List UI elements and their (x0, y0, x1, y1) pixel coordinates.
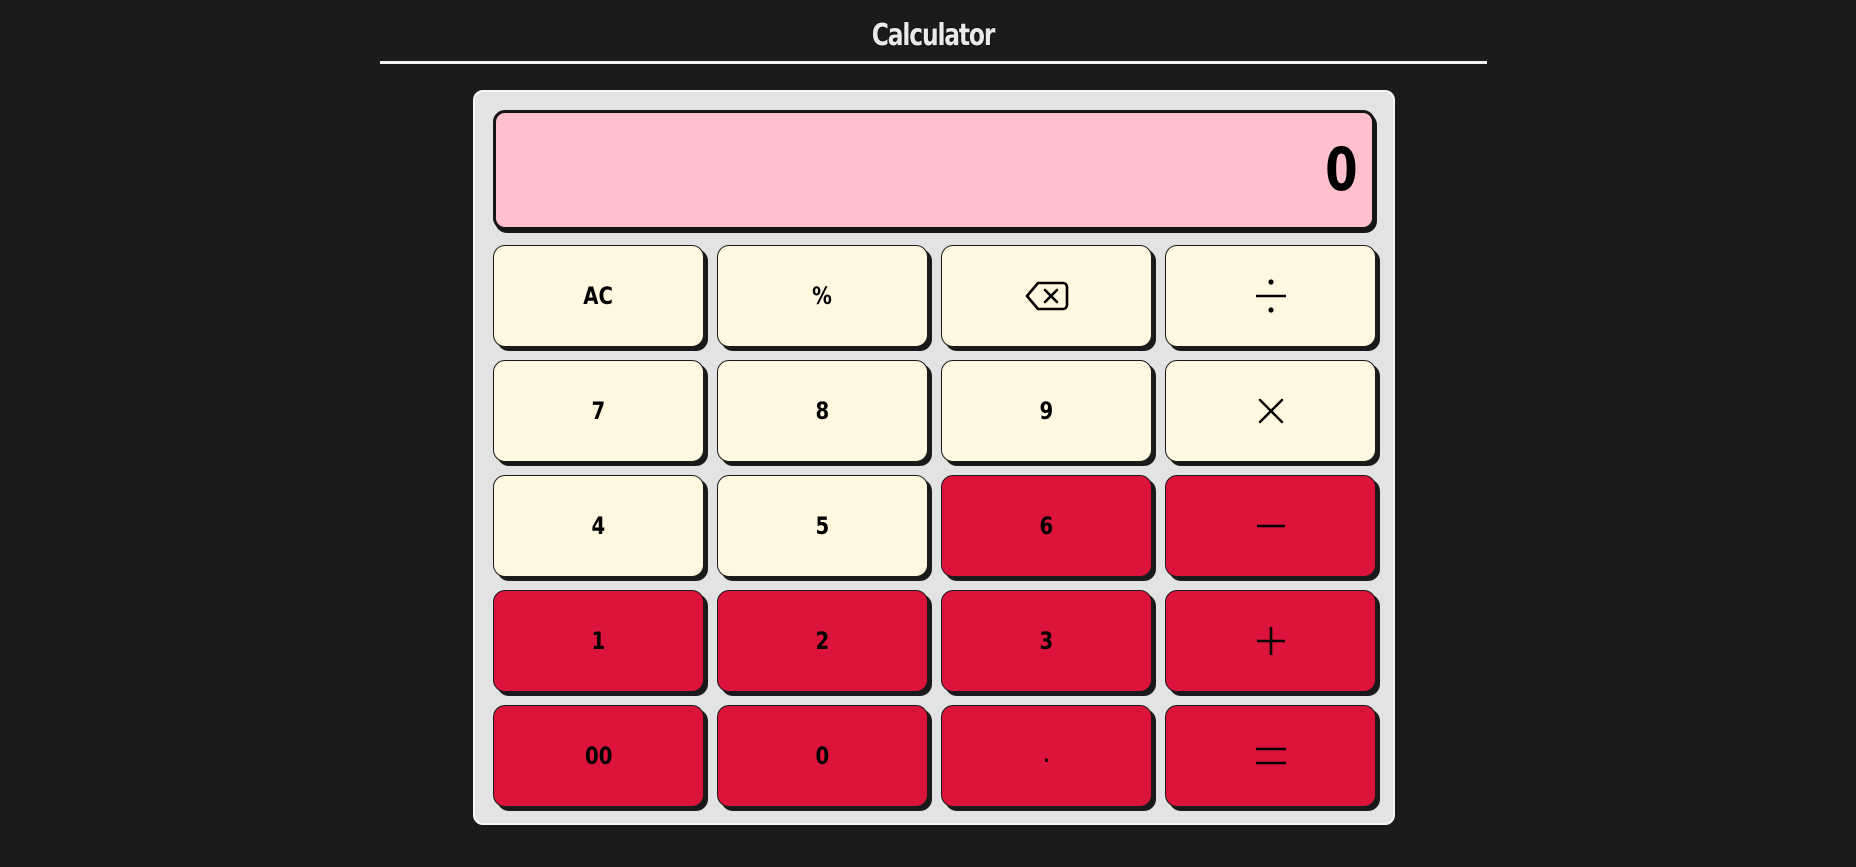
double-zero-button[interactable]: 00 (493, 705, 704, 807)
digit-7-button[interactable]: 7 (493, 360, 704, 462)
calculator-panel: 0 AC % 7 8 9 4 5 6 1 2 3 00 0 . (473, 90, 1395, 825)
add-button[interactable] (1165, 590, 1376, 692)
plus-icon (1255, 625, 1287, 657)
multiply-icon (1256, 396, 1286, 426)
display-value: 0 (1325, 135, 1358, 205)
digit-7-label: 7 (591, 397, 606, 425)
page-title: Calculator (871, 18, 996, 53)
digit-4-button[interactable]: 4 (493, 475, 704, 577)
calculator-display: 0 (493, 110, 1375, 230)
percent-button[interactable]: % (717, 245, 928, 347)
divide-icon (1253, 276, 1289, 316)
backspace-button[interactable] (941, 245, 1152, 347)
equals-button[interactable] (1165, 705, 1376, 807)
digit-9-label: 9 (1039, 397, 1054, 425)
subtract-button[interactable] (1165, 475, 1376, 577)
all-clear-button[interactable]: AC (493, 245, 704, 347)
digit-6-button[interactable]: 6 (941, 475, 1152, 577)
minus-icon (1255, 521, 1287, 531)
double-zero-label: 00 (584, 742, 613, 770)
digit-8-label: 8 (815, 397, 830, 425)
digit-1-button[interactable]: 1 (493, 590, 704, 692)
backspace-icon (1025, 279, 1069, 313)
multiply-button[interactable] (1165, 360, 1376, 462)
digit-3-button[interactable]: 3 (941, 590, 1152, 692)
all-clear-label: AC (583, 282, 614, 310)
decimal-button[interactable]: . (941, 705, 1152, 807)
digit-3-label: 3 (1039, 627, 1054, 655)
digit-2-button[interactable]: 2 (717, 590, 928, 692)
digit-6-label: 6 (1039, 512, 1054, 540)
title-divider (380, 61, 1487, 64)
percent-label: % (812, 282, 833, 310)
digit-5-button[interactable]: 5 (717, 475, 928, 577)
digit-0-button[interactable]: 0 (717, 705, 928, 807)
digit-8-button[interactable]: 8 (717, 360, 928, 462)
divide-button[interactable] (1165, 245, 1376, 347)
decimal-label: . (1043, 745, 1050, 767)
digit-9-button[interactable]: 9 (941, 360, 1152, 462)
digit-5-label: 5 (815, 512, 830, 540)
equals-icon (1254, 744, 1288, 768)
digit-2-label: 2 (815, 627, 830, 655)
digit-1-label: 1 (591, 627, 606, 655)
digit-4-label: 4 (591, 512, 606, 540)
digit-0-label: 0 (815, 742, 830, 770)
